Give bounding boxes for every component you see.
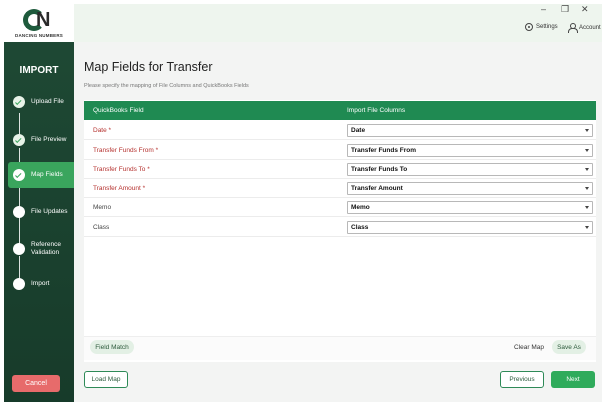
chevron-down-icon xyxy=(585,129,589,132)
page-subtitle: Please specify the mapping of File Colum… xyxy=(84,83,249,89)
cancel-button[interactable]: Cancel xyxy=(12,375,60,392)
column-header-quickbooks-field: QuickBooks Field xyxy=(93,107,144,114)
sidebar: N DANCING NUMBERS IMPORT Upload File Fil… xyxy=(4,4,74,402)
previous-button[interactable]: Previous xyxy=(500,371,544,388)
table-row: Date * Date xyxy=(84,121,596,140)
user-icon xyxy=(568,23,578,33)
table-row: Memo Memo xyxy=(84,198,596,217)
account-link[interactable]: Account xyxy=(568,23,601,33)
select-value: Class xyxy=(351,224,369,231)
next-button[interactable]: Next xyxy=(551,371,595,388)
field-label: Date * xyxy=(93,127,112,134)
check-circle-icon xyxy=(13,134,25,146)
select-value: Transfer Amount xyxy=(351,185,403,192)
table-row: Transfer Amount * Transfer Amount xyxy=(84,179,596,198)
step-label: Map Fields xyxy=(31,171,63,178)
restore-icon[interactable]: ❐ xyxy=(561,4,569,15)
title-bar xyxy=(74,4,602,42)
page-title: Map Fields for Transfer xyxy=(84,60,213,74)
mapping-table-header: QuickBooks Field Import File Columns xyxy=(84,101,596,120)
sidebar-step-import[interactable]: Import xyxy=(4,278,74,290)
column-select[interactable]: Transfer Amount xyxy=(347,182,593,195)
check-circle-icon xyxy=(13,169,25,181)
minimize-icon[interactable]: – xyxy=(541,4,546,14)
select-value: Transfer Funds From xyxy=(351,147,417,154)
column-select[interactable]: Date xyxy=(347,124,593,137)
sidebar-step-map-fields[interactable]: Map Fields xyxy=(8,162,74,188)
table-row: Transfer Funds To * Transfer Funds To xyxy=(84,160,596,179)
chevron-down-icon xyxy=(585,226,589,229)
select-value: Date xyxy=(351,127,366,134)
sidebar-step-file-updates[interactable]: File Updates xyxy=(4,206,74,218)
column-header-import-file-columns: Import File Columns xyxy=(347,107,406,114)
sidebar-step-upload-file[interactable]: Upload File xyxy=(4,96,74,108)
sidebar-title: IMPORT xyxy=(19,65,59,76)
sidebar-step-reference-validation[interactable]: Reference Validation xyxy=(4,241,74,257)
step-label: Upload File xyxy=(31,98,64,105)
clear-map-link[interactable]: Clear Map xyxy=(514,344,544,351)
step-label: File Updates xyxy=(31,208,68,215)
load-map-button[interactable]: Load Map xyxy=(84,371,128,388)
logo-text: DANCING NUMBERS xyxy=(15,32,63,38)
chevron-down-icon xyxy=(585,168,589,171)
step-label: Import xyxy=(31,280,50,287)
table-row: Class Class xyxy=(84,218,596,237)
chevron-down-icon xyxy=(585,149,589,152)
step-circle-icon xyxy=(13,206,25,218)
field-label: Transfer Amount * xyxy=(93,185,146,192)
step-label: File Preview xyxy=(31,136,67,143)
step-circle-icon xyxy=(13,278,25,290)
field-label: Memo xyxy=(93,204,112,211)
account-label: Account xyxy=(579,24,601,31)
field-match-button[interactable]: Field Match xyxy=(90,340,134,354)
table-row: Transfer Funds From * Transfer Funds Fro… xyxy=(84,141,596,160)
column-select[interactable]: Memo xyxy=(347,201,593,214)
step-circle-icon xyxy=(13,243,25,255)
gear-icon xyxy=(525,23,533,31)
field-label: Transfer Funds From * xyxy=(93,147,159,154)
settings-link[interactable]: Settings xyxy=(525,23,558,31)
column-select[interactable]: Transfer Funds From xyxy=(347,144,593,157)
step-label: Reference Validation xyxy=(31,241,61,256)
select-value: Memo xyxy=(351,204,370,211)
save-as-button[interactable]: Save As xyxy=(552,340,586,354)
settings-label: Settings xyxy=(536,24,558,30)
chevron-down-icon xyxy=(585,206,589,209)
close-icon[interactable]: ✕ xyxy=(581,4,589,15)
field-label: Class xyxy=(93,224,110,231)
check-circle-icon xyxy=(13,96,25,108)
logo-mark-icon: N xyxy=(19,8,59,33)
chevron-down-icon xyxy=(585,187,589,190)
field-label: Transfer Funds To * xyxy=(93,166,150,173)
sidebar-step-file-preview[interactable]: File Preview xyxy=(4,134,74,146)
select-value: Transfer Funds To xyxy=(351,166,408,173)
app-logo: N DANCING NUMBERS xyxy=(4,4,74,42)
column-select[interactable]: Class xyxy=(347,221,593,234)
column-select[interactable]: Transfer Funds To xyxy=(347,163,593,176)
